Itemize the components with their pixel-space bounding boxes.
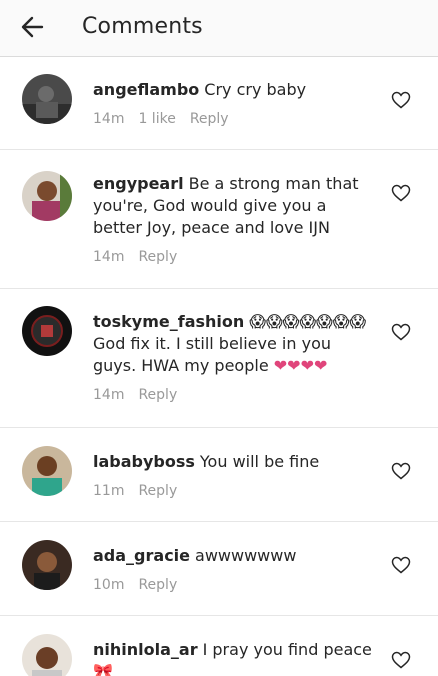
heart-outline-icon[interactable] bbox=[391, 556, 411, 574]
comment-username[interactable]: toskyme_fashion bbox=[93, 312, 244, 331]
comment-username[interactable]: lababyboss bbox=[93, 452, 195, 471]
comment-meta: 11m Reply bbox=[93, 483, 191, 499]
comment-body: engypearl Be a strong man that you're, Go… bbox=[93, 173, 375, 239]
heart-outline-icon[interactable] bbox=[391, 462, 411, 480]
comment-text: Cry cry baby bbox=[204, 80, 307, 99]
comment-row: toskyme_fashion 😱😱😱😱😱😱😱 God fix it. I sti… bbox=[0, 289, 438, 428]
heart-outline-icon[interactable] bbox=[391, 91, 411, 109]
comment-meta: 14m Reply bbox=[93, 387, 191, 403]
comment-time: 10m bbox=[93, 577, 125, 593]
comment-emoji: 😱😱😱😱😱😱😱 bbox=[249, 312, 367, 331]
comment-body: toskyme_fashion 😱😱😱😱😱😱😱 God fix it. I sti… bbox=[93, 311, 375, 377]
comment-body: angeflambo Cry cry baby bbox=[93, 79, 375, 101]
reply-button[interactable]: Reply bbox=[138, 577, 177, 593]
comment-username[interactable]: engypearl bbox=[93, 174, 184, 193]
comment-body: nihinlola_ar I pray you find peace 🎀 bbox=[93, 639, 375, 676]
comment-row: ada_gracie awwwwwww 10m Reply bbox=[0, 522, 438, 616]
avatar[interactable] bbox=[22, 634, 72, 676]
heart-outline-icon[interactable] bbox=[391, 323, 411, 341]
top-bar: Comments bbox=[0, 0, 438, 57]
comment-time: 14m bbox=[93, 111, 125, 127]
comment-meta: 10m Reply bbox=[93, 577, 191, 593]
comment-text: awwwwwww bbox=[195, 546, 297, 565]
comment-time: 14m bbox=[93, 387, 125, 403]
avatar[interactable] bbox=[22, 446, 72, 496]
comment-row: lababyboss You will be fine 11m Reply bbox=[0, 428, 438, 522]
comment-hearts: ❤❤❤❤ bbox=[273, 356, 328, 375]
comment-username[interactable]: angeflambo bbox=[93, 80, 199, 99]
comment-username[interactable]: ada_gracie bbox=[93, 546, 190, 565]
comment-time: 11m bbox=[93, 483, 125, 499]
reply-button[interactable]: Reply bbox=[190, 111, 229, 127]
reply-button[interactable]: Reply bbox=[138, 249, 177, 265]
comment-username[interactable]: nihinlola_ar bbox=[93, 640, 198, 659]
arrow-left-icon[interactable] bbox=[18, 12, 48, 42]
avatar[interactable] bbox=[22, 171, 72, 221]
reply-button[interactable]: Reply bbox=[138, 387, 177, 403]
avatar[interactable] bbox=[22, 306, 72, 356]
reply-button[interactable]: Reply bbox=[138, 483, 177, 499]
comment-text: You will be fine bbox=[199, 452, 320, 471]
page-title: Comments bbox=[82, 14, 203, 39]
comment-time: 14m bbox=[93, 249, 125, 265]
heart-outline-icon[interactable] bbox=[391, 184, 411, 202]
comment-body: ada_gracie awwwwwww bbox=[93, 545, 375, 567]
comment-text: I pray you find peace bbox=[202, 640, 372, 659]
comment-emoji: 🎀 bbox=[93, 662, 113, 676]
avatar[interactable] bbox=[22, 540, 72, 590]
comment-meta: 14m 1 like Reply bbox=[93, 111, 243, 127]
comment-row: nihinlola_ar I pray you find peace 🎀 bbox=[0, 616, 438, 676]
comment-meta: 14m Reply bbox=[93, 249, 191, 265]
comment-body: lababyboss You will be fine bbox=[93, 451, 375, 473]
avatar[interactable] bbox=[22, 74, 72, 124]
heart-outline-icon[interactable] bbox=[391, 651, 411, 669]
comment-row: angeflambo Cry cry baby 14m 1 like Reply bbox=[0, 57, 438, 150]
comment-likes[interactable]: 1 like bbox=[138, 111, 175, 127]
